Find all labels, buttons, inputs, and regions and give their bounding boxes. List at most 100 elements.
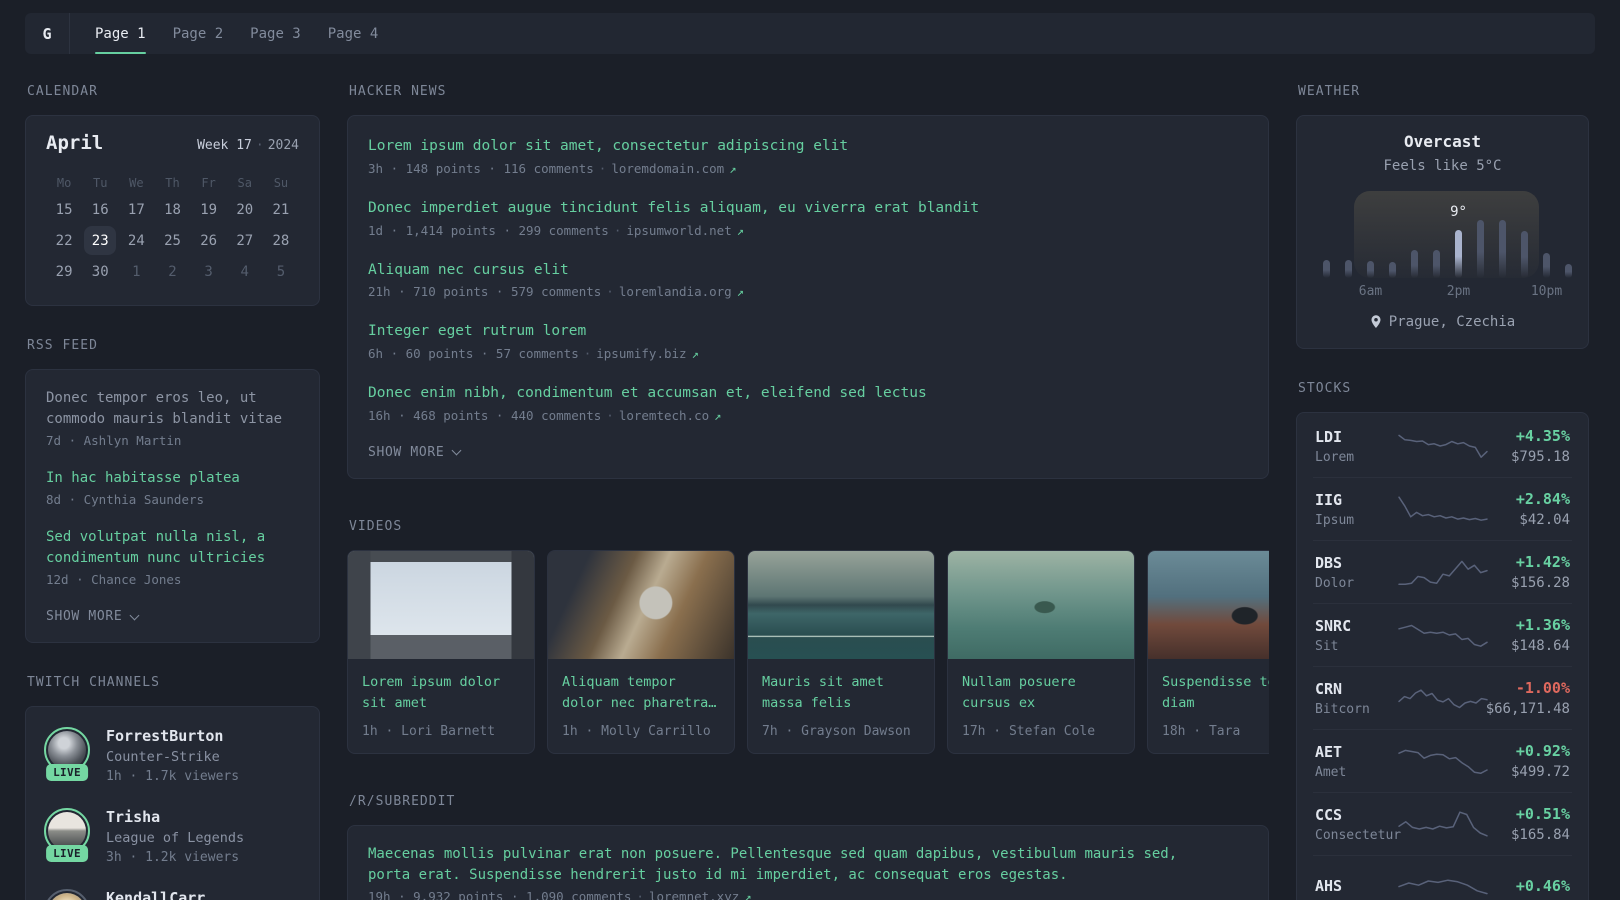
twitch-channel-row[interactable]: LIVE ForrestBurton Counter-Strike 1h · 1… [44,727,301,784]
stock-change: +2.84% [1515,490,1570,508]
page-tab[interactable]: Page 1 [95,13,146,54]
calendar-day: 20 [236,201,254,218]
video-title[interactable]: Mauris sit amet massa felis [762,672,920,715]
stock-ticker: LDI [1315,427,1343,446]
weather-bar [1543,253,1550,278]
video-title[interactable]: Aliquam tempor dolor nec pharetra… [562,672,720,715]
channel-viewers: 1h · 1.7k viewers [106,769,240,784]
calendar-day: 22 [55,232,73,249]
calendar-day: 28 [272,232,290,249]
video-title[interactable]: Suspendisse tempor diam [1162,672,1269,715]
stock-row: AHS +0.46% [1313,856,1572,900]
stock-row: DBS Dolor +1.42% $156.28 [1313,541,1572,604]
hn-item-domain-link[interactable]: ipsumworld.net [626,223,731,238]
subreddit-post: Maecenas mollis pulvinar erat non posuer… [368,844,1248,900]
stock-row: AET Amet +0.92% $499.72 [1313,730,1572,793]
stock-ticker: AET [1315,742,1343,761]
app-logo[interactable]: G [25,13,70,54]
widget-title-hackernews: HACKER NEWS [349,84,447,99]
twitch-channel-row[interactable]: LIVE Trisha League of Legends 3h · 1.2k … [44,808,301,865]
stock-sparkline [1397,689,1488,709]
weather-bar [1389,262,1396,278]
channel-name: KendallCarr [106,889,206,900]
calendar-widget: CALENDAR April Week 17 · 2024 Mo Tu We Th Fr Sa… [25,84,320,306]
stock-sparkline [1397,749,1488,775]
stock-row: IIG Ipsum +2.84% $42.04 [1313,478,1572,541]
page-tab[interactable]: Page 2 [173,13,224,54]
video-row: Lorem ipsum dolor sit amet consectetu… 1… [347,549,1269,754]
video-thumbnail[interactable] [948,550,1134,659]
weather-bar [1323,260,1330,278]
hn-item-domain-link[interactable]: ipsumify.biz [596,346,686,361]
calendar-day: 17 [127,201,145,218]
hn-item-title[interactable]: Donec imperdiet augue tincidunt felis al… [368,198,1248,220]
rss-show-more-button[interactable]: SHOW MORE [46,609,299,624]
hn-list: Lorem ipsum dolor sit amet, consectetur … [368,136,1248,423]
hn-show-more-button[interactable]: SHOW MORE [368,445,1248,460]
video-thumbnail[interactable] [1148,550,1269,659]
rss-item-title[interactable]: Donec tempor eros leo, ut commodo mauris… [46,388,299,430]
calendar-month: April [46,132,104,154]
video-card[interactable]: Nullam posuere cursus ex 17h · Stefan Co… [947,549,1135,754]
calendar-day: 2 [168,263,177,280]
stock-row: LDI Lorem +4.35% $795.18 [1313,415,1572,478]
calendar-day: 16 [91,201,109,218]
stock-change: +0.46% [1515,876,1570,895]
stock-price: $148.64 [1510,638,1570,654]
weekday-label: Mo [56,176,72,190]
chevron-down-icon [451,445,462,456]
video-thumbnail[interactable] [548,550,734,659]
widget-title-weather: WEATHER [1298,84,1361,99]
subreddit-card: Maecenas mollis pulvinar erat non posuer… [347,824,1269,900]
video-title[interactable]: Lorem ipsum dolor sit amet consectetu… [362,672,520,715]
calendar-day: 19 [200,201,218,218]
weather-card: Overcast Feels like 5°C 9° 6am 2pm 10pm Pr… [1296,115,1589,349]
hn-item-title[interactable]: Integer eget rutrum lorem [368,321,1248,343]
hn-item-title[interactable]: Lorem ipsum dolor sit amet, consectetur … [368,136,1248,158]
video-card[interactable]: Lorem ipsum dolor sit amet consectetu… 1… [347,549,535,754]
hn-item-meta: 3h · 148 points · 116 comments · loremdoma… [368,160,737,176]
rss-item-title[interactable]: Sed volutpat nulla nisl, a condimentum n… [46,527,299,569]
rss-item: Sed volutpat nulla nisl, a condimentum n… [46,527,299,587]
weather-bar-current [1455,230,1462,278]
twitch-channel-row[interactable]: LIVE KendallCarr [44,889,301,900]
rss-item-title[interactable]: In hac habitasse platea [46,468,299,489]
hn-item-domain-link[interactable]: loremdomain.com [611,161,724,176]
channel-game: Counter-Strike [106,749,220,765]
calendar-day: 4 [240,263,249,280]
weather-widget: WEATHER Overcast Feels like 5°C 9° 6am 2p… [1296,84,1589,349]
hn-item-title[interactable]: Aliquam nec cursus elit [368,260,1248,282]
current-temp-label: 9° [1450,204,1467,220]
top-bar: G Page 1 Page 2 Page 3 Page 4 [25,13,1595,54]
hn-item-domain-link[interactable]: loremtech.co [619,408,709,423]
live-badge: LIVE [46,764,88,781]
videos-widget: VIDEOS Lorem ipsum dolor sit amet consec… [347,519,1269,754]
stock-name: Ipsum [1315,512,1355,528]
stock-sparkline [1397,496,1488,521]
calendar-day: 5 [276,263,286,280]
weekday-label: We [129,176,144,190]
subreddit-domain-link[interactable]: loremnet.xyz [649,889,739,900]
widget-title-videos: VIDEOS [349,518,403,534]
stocks-card: LDI Lorem +4.35% $795.18 IIG Ipsum +2.84… [1296,412,1589,900]
stock-sparkline [1397,811,1488,837]
external-link-icon: ↗ [691,347,699,361]
stock-price: $156.28 [1510,575,1570,591]
video-card[interactable]: Aliquam tempor dolor nec pharetra… 1h · … [547,549,735,754]
page-tab[interactable]: Page 4 [328,13,379,54]
subreddit-post-title[interactable]: Maecenas mollis pulvinar erat non posuer… [368,844,1188,886]
hn-item-domain-link[interactable]: loremlandia.org [619,284,732,299]
calendar-week-year: Week 17 · 2024 [197,138,299,153]
video-thumbnail[interactable] [348,550,534,659]
video-thumbnail[interactable] [748,550,934,659]
video-title[interactable]: Nullam posuere cursus ex [962,672,1120,715]
hn-item-meta: 16h · 468 points · 440 comments · loremtec… [368,407,722,423]
video-card[interactable]: Suspendisse tempor diam 18h · Tara [1147,549,1269,754]
calendar-grid: 15 16 17 18 19 20 21 22 23 24 25 26 27 28 29 30 1 2 3 4 5 [46,194,299,287]
calendar-weekday-row: Mo Tu We Th Fr Sa Su [46,176,299,190]
left-column: CALENDAR April Week 17 · 2024 Mo Tu We Th Fr Sa… [25,84,320,900]
stock-sparkline [1397,560,1488,586]
hn-item-title[interactable]: Donec enim nibh, condimentum et accumsan… [368,383,1248,405]
page-tab[interactable]: Page 3 [250,13,301,54]
video-card[interactable]: Mauris sit amet massa felis 7h · Grayson… [747,549,935,754]
